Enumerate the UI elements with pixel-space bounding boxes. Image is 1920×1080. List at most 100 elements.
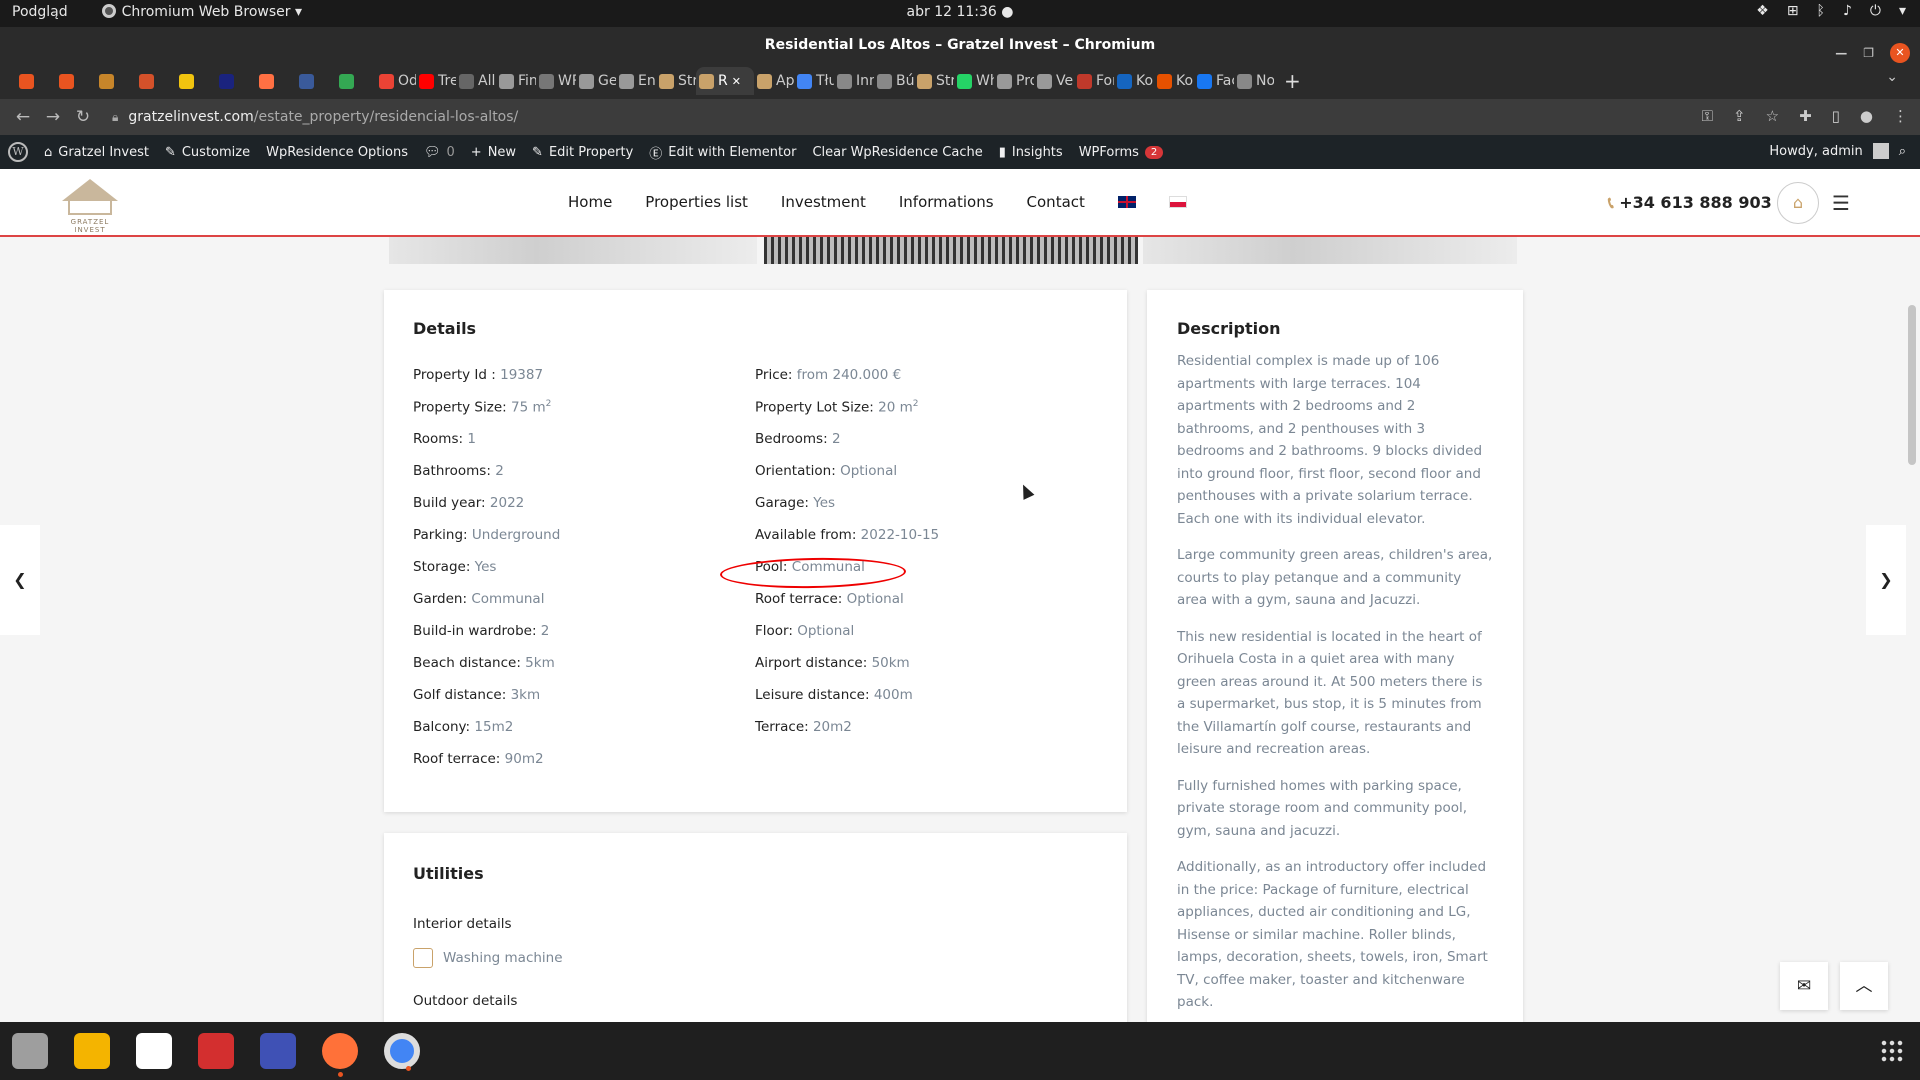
clock[interactable]: abr 12 11:36 xyxy=(907,4,997,20)
tab[interactable]: Pro xyxy=(994,67,1034,95)
firefox-app-icon[interactable] xyxy=(322,1033,358,1077)
files-app-icon[interactable] xyxy=(12,1033,48,1069)
screenshot-app-icon[interactable] xyxy=(260,1033,296,1069)
site-logo[interactable]: GRATZEL INVEST xyxy=(55,175,125,234)
forward-icon[interactable]: → xyxy=(38,107,68,127)
tab[interactable]: Wh xyxy=(954,67,994,95)
tab[interactable] xyxy=(16,67,56,95)
tab-label: Ven xyxy=(1056,73,1074,89)
wp-site-link[interactable]: ⌂ Gratzel Invest xyxy=(44,145,149,160)
tab-close-icon[interactable]: ✕ xyxy=(732,75,741,88)
tab[interactable] xyxy=(296,67,336,95)
tab[interactable] xyxy=(56,67,96,95)
wp-clear-cache-link[interactable]: Clear WpResidence Cache xyxy=(812,145,982,160)
new-tab-icon[interactable]: + xyxy=(1284,69,1301,93)
next-property-arrow[interactable]: ❯ xyxy=(1866,525,1906,635)
hamburger-menu-icon[interactable]: ☰ xyxy=(1832,191,1850,215)
gallery-image[interactable] xyxy=(764,237,1138,264)
plus-icon: + xyxy=(470,144,482,160)
wp-logo[interactable]: W xyxy=(8,142,28,162)
tab[interactable] xyxy=(256,67,296,95)
app-grid-icon[interactable] xyxy=(1880,1039,1904,1063)
polish-flag-icon[interactable] xyxy=(1168,196,1187,208)
contact-email-button[interactable]: ✉ xyxy=(1780,962,1828,1010)
wp-insights-link[interactable]: ▮ Insights xyxy=(999,145,1063,160)
side-panel-icon[interactable]: ▯ xyxy=(1832,107,1840,125)
nav-home[interactable]: Home xyxy=(568,193,612,211)
search-icon[interactable]: ⌕ xyxy=(1899,144,1906,159)
tab[interactable]: Fac xyxy=(1194,67,1234,95)
tab[interactable]: Kon xyxy=(1154,67,1194,95)
volume-icon[interactable]: ♪ xyxy=(1843,3,1852,19)
page-scrollbar[interactable] xyxy=(1908,305,1916,465)
tab[interactable]: Eng xyxy=(616,67,656,95)
interior-details-heading: Interior details xyxy=(413,916,512,932)
kebab-menu-icon[interactable]: ⋮ xyxy=(1893,107,1908,125)
scroll-top-button[interactable]: ︿ xyxy=(1840,962,1888,1010)
tab[interactable] xyxy=(176,67,216,95)
tab[interactable]: Tłur xyxy=(794,67,834,95)
nav-properties-list[interactable]: Properties list xyxy=(645,193,748,211)
favicon-icon xyxy=(379,73,394,89)
wp-options-link[interactable]: WpResidence Options xyxy=(266,145,408,160)
tab[interactable]: Bús xyxy=(874,67,914,95)
tab[interactable]: Get xyxy=(576,67,616,95)
prev-property-arrow[interactable]: ❮ xyxy=(0,525,40,635)
tab[interactable]: Fin xyxy=(496,67,536,95)
tab-search-icon[interactable]: ⌄ xyxy=(1886,69,1898,85)
english-flag-icon[interactable] xyxy=(1117,196,1136,208)
wp-elementor-link[interactable]: Ⓔ Edit with Elementor xyxy=(649,143,796,162)
wp-edit-property-link[interactable]: ✎ Edit Property xyxy=(532,145,633,160)
text-editor-app-icon[interactable] xyxy=(136,1033,172,1069)
wp-wpforms-link[interactable]: WPForms 2 xyxy=(1079,145,1164,160)
url-field[interactable]: 🔒︎ gratzelinvest.com/estate_property/resi… xyxy=(112,109,518,125)
wp-comments-link[interactable]: 💬︎ 0 xyxy=(424,145,455,160)
tab[interactable]: WP xyxy=(536,67,576,95)
bluetooth-icon[interactable]: ᛒ xyxy=(1817,3,1825,19)
bookmark-star-icon[interactable]: ☆ xyxy=(1766,107,1779,125)
tab-active[interactable]: R ✕ xyxy=(696,67,754,95)
back-icon[interactable]: ← xyxy=(8,107,38,127)
tab[interactable]: Inm xyxy=(834,67,874,95)
chevron-down-icon[interactable]: ▾ xyxy=(1899,3,1906,19)
wp-new-link[interactable]: + New xyxy=(471,145,516,160)
close-icon[interactable]: ✕ xyxy=(1890,43,1910,63)
gallery-image[interactable] xyxy=(1143,237,1517,264)
tab[interactable]: For xyxy=(1074,67,1114,95)
key-icon[interactable]: ⚿ xyxy=(1702,107,1713,125)
nav-informations[interactable]: Informations xyxy=(899,193,994,211)
tab[interactable] xyxy=(96,67,136,95)
phone-number[interactable]: 📞︎ +34 613 888 903 xyxy=(1608,193,1772,213)
nav-contact[interactable]: Contact xyxy=(1027,193,1085,211)
wp-howdy[interactable]: Howdy, admin xyxy=(1769,144,1862,159)
share-icon[interactable]: ⇪ xyxy=(1733,107,1746,125)
tab[interactable]: Kon xyxy=(1114,67,1154,95)
doublecmd-app-icon[interactable] xyxy=(198,1033,234,1069)
nav-investment[interactable]: Investment xyxy=(781,193,866,211)
avatar[interactable] xyxy=(1872,143,1889,159)
wp-customize-link[interactable]: ✎ Customize xyxy=(165,145,250,160)
window-title-bar: Residential Los Altos – Gratzel Invest –… xyxy=(0,27,1920,63)
profile-icon[interactable]: ● xyxy=(1860,107,1873,125)
dropbox-icon[interactable]: ❖ xyxy=(1756,3,1769,19)
calculator-app-icon[interactable] xyxy=(74,1033,110,1069)
tab[interactable]: Stro xyxy=(914,67,954,95)
gallery-image[interactable] xyxy=(389,237,757,264)
tab[interactable]: Nov xyxy=(1234,67,1274,95)
tab[interactable] xyxy=(336,67,376,95)
reload-icon[interactable]: ↻ xyxy=(68,107,98,127)
logo-circle-button[interactable]: ⌂ xyxy=(1777,182,1819,224)
tab[interactable]: Ven xyxy=(1034,67,1074,95)
power-icon[interactable]: ⏻ xyxy=(1870,3,1881,19)
chromium-app-icon[interactable] xyxy=(384,1033,420,1071)
tab[interactable]: All T xyxy=(456,67,496,95)
tab[interactable]: Apa xyxy=(754,67,794,95)
network-icon[interactable]: ⊞ xyxy=(1787,3,1799,19)
tab[interactable]: Stri xyxy=(656,67,696,95)
tab[interactable]: Tre xyxy=(416,67,456,95)
extensions-icon[interactable]: ✚ xyxy=(1799,107,1812,125)
tab[interactable] xyxy=(216,67,256,95)
tab[interactable] xyxy=(136,67,176,95)
tab[interactable]: Ode xyxy=(376,67,416,95)
detail-value: Communal xyxy=(471,591,545,607)
